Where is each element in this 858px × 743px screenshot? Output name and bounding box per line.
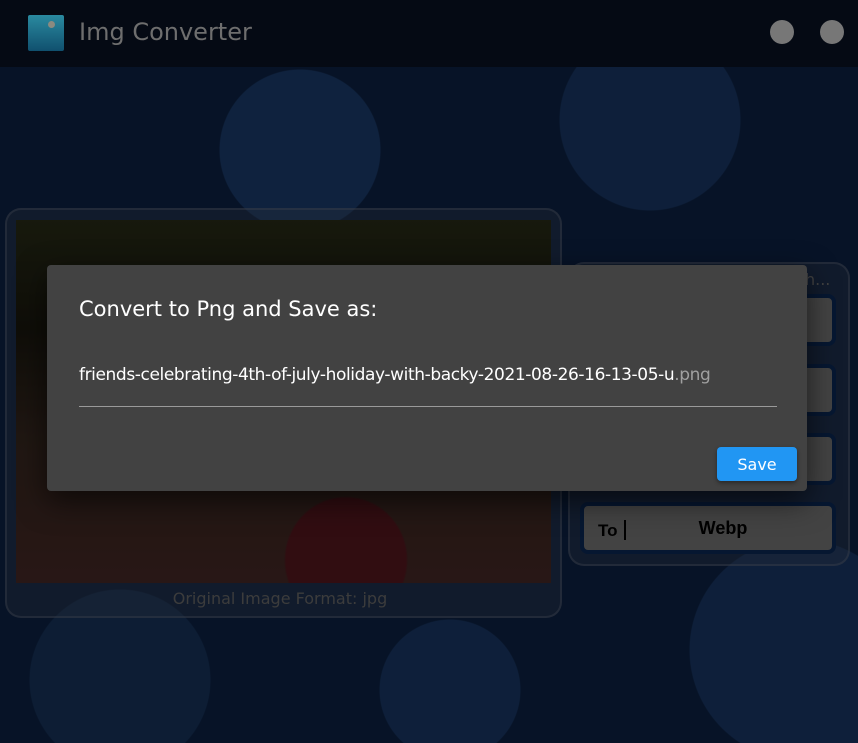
app-header: Img Converter <box>0 0 858 67</box>
save-button[interactable]: Save <box>717 447 797 481</box>
app-title: Img Converter <box>79 18 252 46</box>
github-icon[interactable] <box>820 20 844 44</box>
filename-value: friends-celebrating-4th-of-july-holiday-… <box>79 365 675 385</box>
filename-input[interactable]: friends-celebrating-4th-of-july-holiday-… <box>79 365 777 407</box>
file-extension: .png <box>674 365 711 385</box>
app-logo-icon <box>28 15 64 51</box>
dialog-title: Convert to Png and Save as: <box>79 297 378 321</box>
save-dialog: Convert to Png and Save as: friends-cele… <box>47 265 807 491</box>
account-circle-icon[interactable] <box>770 20 794 44</box>
